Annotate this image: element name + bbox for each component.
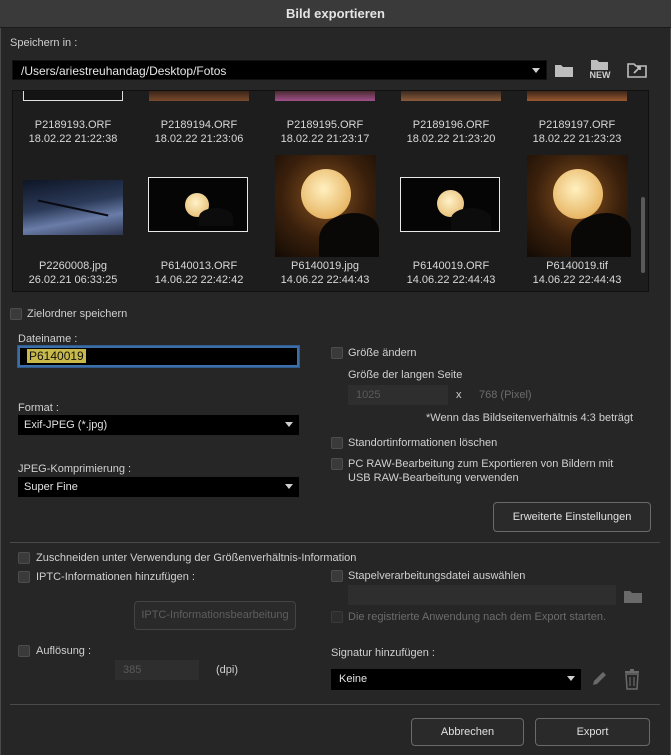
- signature-label: Signatur hinzufügen :: [331, 647, 435, 659]
- trash-icon[interactable]: [623, 668, 641, 690]
- thumbnail-image[interactable]: [400, 177, 500, 232]
- pencil-icon[interactable]: [590, 669, 608, 689]
- jpeg-compression-label: JPEG-Komprimierung :: [18, 463, 132, 475]
- format-select[interactable]: Exif-JPEG (*.jpg): [18, 415, 299, 435]
- new-folder-icon[interactable]: NEW: [588, 58, 612, 80]
- resize-label: Größe ändern: [348, 347, 417, 359]
- thumbnail-caption: P2260008.jpg 26.02.21 06:33:25: [28, 260, 118, 286]
- window-title: Bild exportieren: [0, 0, 671, 28]
- browse-folder-icon[interactable]: [626, 59, 650, 79]
- save-path-value: /Users/ariestreuhandag/Desktop/Fotos: [21, 64, 227, 78]
- thumbnail-image[interactable]: [527, 155, 631, 257]
- resolution-label: Auflösung :: [36, 645, 92, 657]
- save-path-select[interactable]: /Users/ariestreuhandag/Desktop/Fotos: [12, 60, 547, 80]
- thumbnail-caption: P2189193.ORF 18.02.22 21:22:38: [28, 119, 118, 145]
- thumbnail-image[interactable]: [23, 180, 123, 235]
- aspect-ratio-note: *Wenn das Bildseitenverhältnis 4:3 beträ…: [426, 412, 634, 424]
- section-divider: [10, 542, 660, 543]
- resolution-input[interactable]: 385: [115, 660, 199, 680]
- resize-x-label: x: [456, 389, 462, 401]
- thumbnail-caption: P6140013.ORF 14.06.22 22:42:42: [154, 260, 244, 286]
- save-target-folder-checkbox[interactable]: [10, 308, 22, 320]
- pc-raw-checkbox[interactable]: [331, 458, 343, 470]
- batch-label: Stapelverarbeitungsdatei auswählen: [348, 570, 526, 582]
- thumbnail-grid[interactable]: P2189193.ORF 18.02.22 21:22:38 P2189194.O…: [12, 90, 649, 292]
- thumbnail-caption: P2189197.ORF 18.02.22 21:23:23: [532, 119, 622, 145]
- advanced-settings-button[interactable]: Erweiterte Einstellungen: [493, 502, 651, 532]
- thumbnail-image[interactable]: [149, 91, 249, 101]
- new-folder-label: NEW: [589, 70, 611, 80]
- batch-file-field[interactable]: [348, 585, 616, 605]
- format-value: Exif-JPEG (*.jpg): [24, 419, 108, 431]
- short-side-value: 768 (Pixel): [479, 389, 532, 401]
- jpeg-compression-value: Super Fine: [24, 481, 78, 493]
- delete-location-label: Standortinformationen löschen: [348, 437, 498, 449]
- thumbnail-caption: P2189195.ORF 18.02.22 21:23:17: [280, 119, 370, 145]
- thumbnail-image[interactable]: [275, 155, 379, 257]
- filename-label: Dateiname :: [18, 333, 78, 345]
- thumbnail-image[interactable]: [527, 91, 627, 101]
- filename-value: P6140019: [27, 349, 86, 363]
- thumbnail-scrollbar[interactable]: [641, 197, 645, 273]
- delete-location-checkbox[interactable]: [331, 437, 343, 449]
- pc-raw-label: PC RAW-Bearbeitung zum Exportieren von B…: [348, 458, 614, 484]
- iptc-label: IPTC-Informationen hinzufügen :: [36, 571, 195, 583]
- save-target-folder-label: Zielordner speichern: [27, 308, 128, 320]
- start-app-checkbox[interactable]: [331, 611, 343, 623]
- export-dialog: Speichern in : /Users/ariestreuhandag/De…: [0, 28, 671, 755]
- thumbnail-caption: P6140019.ORF 14.06.22 22:44:43: [406, 260, 496, 286]
- jpeg-compression-select[interactable]: Super Fine: [18, 477, 299, 497]
- thumbnail-image[interactable]: [401, 91, 501, 101]
- chevron-down-icon: [532, 68, 540, 73]
- thumbnail-caption: P2189194.ORF 18.02.22 21:23:06: [154, 119, 244, 145]
- resolution-unit: (dpi): [216, 664, 239, 676]
- thumbnail-caption: P6140019.tif 14.06.22 22:44:43: [532, 260, 622, 286]
- iptc-checkbox[interactable]: [18, 571, 30, 583]
- chevron-down-icon: [285, 484, 293, 489]
- thumbnail-caption: P2189196.ORF 18.02.22 21:23:20: [406, 119, 496, 145]
- thumbnail-image[interactable]: [148, 177, 248, 232]
- signature-value: Keine: [339, 673, 368, 685]
- chevron-down-icon: [285, 422, 293, 427]
- iptc-edit-button[interactable]: IPTC-Informationsbearbeitung: [134, 601, 296, 630]
- crop-label: Zuschneiden unter Verwendung der Größenv…: [36, 552, 357, 564]
- thumbnail-image[interactable]: [23, 91, 123, 101]
- thumbnail-image[interactable]: [275, 91, 375, 101]
- crop-checkbox[interactable]: [18, 552, 30, 564]
- long-side-label: Größe der langen Seite: [348, 369, 463, 381]
- format-label: Format :: [18, 402, 59, 414]
- resize-checkbox[interactable]: [331, 347, 343, 359]
- batch-checkbox[interactable]: [331, 570, 343, 582]
- long-side-input[interactable]: 1025: [348, 385, 448, 405]
- batch-folder-icon[interactable]: [623, 588, 643, 604]
- signature-select[interactable]: Keine: [331, 669, 581, 690]
- footer-divider: [10, 704, 660, 705]
- thumbnail-caption: P6140019.jpg 14.06.22 22:44:43: [280, 260, 370, 286]
- filename-input[interactable]: P6140019: [18, 346, 299, 367]
- folder-icon[interactable]: [554, 61, 574, 79]
- save-in-label: Speichern in :: [10, 37, 78, 49]
- start-app-label: Die registrierte Anwendung nach dem Expo…: [348, 611, 607, 623]
- export-button[interactable]: Export: [535, 718, 650, 746]
- cancel-button[interactable]: Abbrechen: [411, 718, 524, 746]
- resolution-checkbox[interactable]: [18, 645, 30, 657]
- chevron-down-icon: [567, 676, 575, 681]
